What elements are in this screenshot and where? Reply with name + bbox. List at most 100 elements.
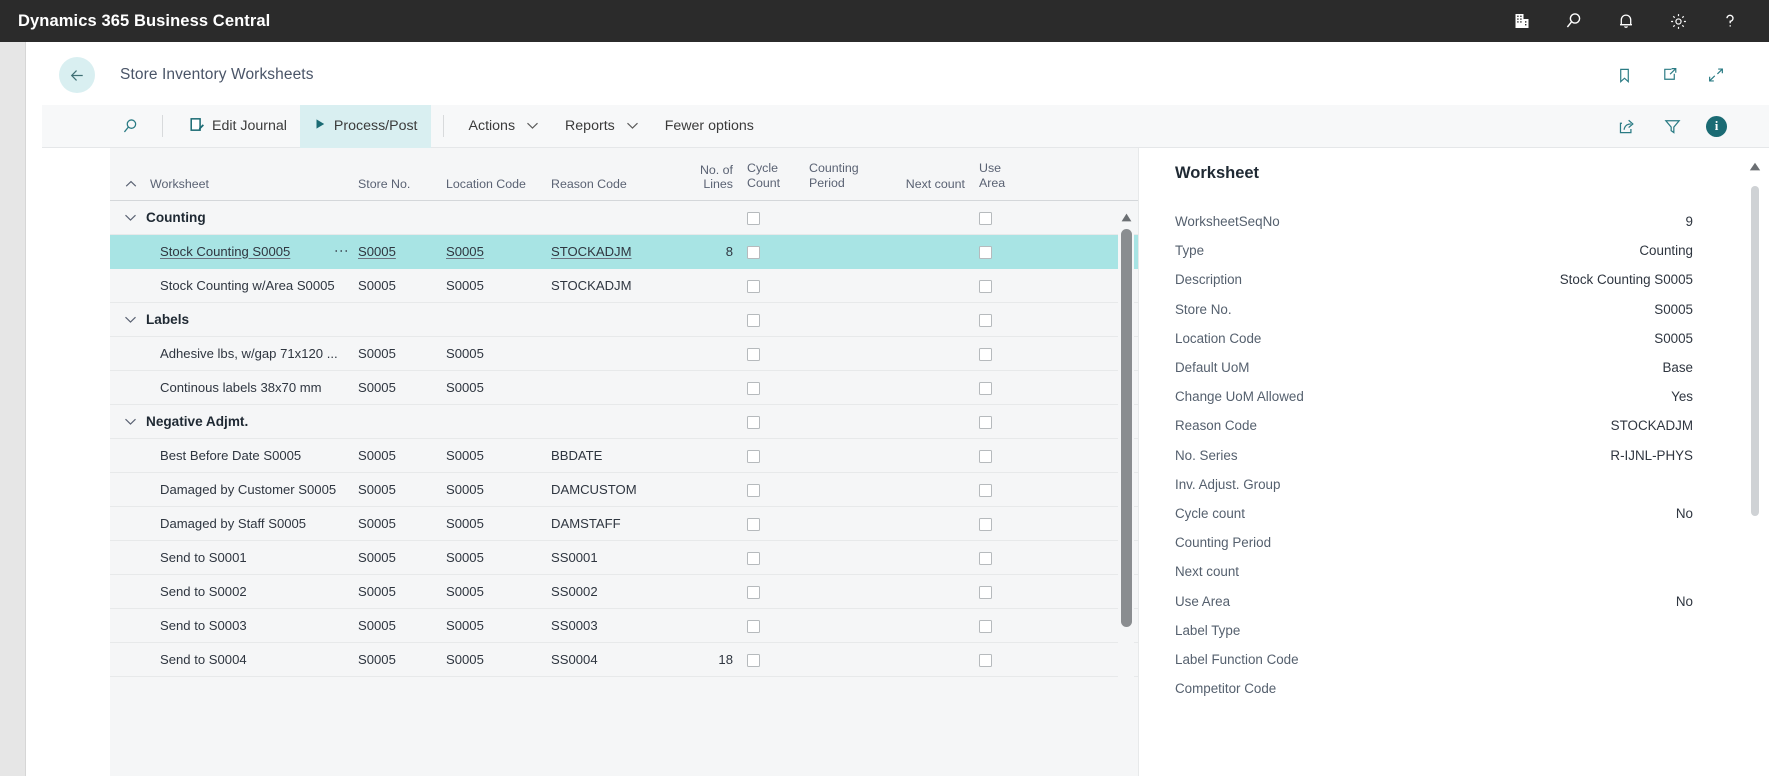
cell-no-of-lines[interactable] bbox=[669, 506, 747, 541]
use-area-checkbox[interactable] bbox=[979, 517, 992, 531]
table-row[interactable]: Damaged by Customer S0005 S0005 S0005 DAMCU… bbox=[110, 472, 1138, 507]
factbox-scrollbar[interactable] bbox=[1749, 158, 1761, 776]
column-header-worksheet[interactable]: Worksheet bbox=[110, 148, 358, 201]
worksheet-link[interactable]: Continous labels 38x70 mm bbox=[160, 380, 322, 395]
table-row[interactable]: Send to S0003 S0005 S0005 SS0003 bbox=[110, 608, 1138, 643]
cell-no-of-lines[interactable] bbox=[669, 472, 747, 507]
factbox-field-value[interactable]: Yes bbox=[1671, 389, 1693, 404]
cycle-count-checkbox[interactable] bbox=[747, 517, 760, 531]
cell-store-no[interactable]: S0005 bbox=[358, 574, 446, 609]
worksheet-link[interactable]: Send to S0001 bbox=[160, 550, 247, 565]
table-group-row[interactable]: Labels bbox=[110, 302, 1138, 337]
cell-counting-period[interactable] bbox=[809, 506, 889, 541]
cell-worksheet[interactable]: Send to S0002 bbox=[110, 574, 358, 609]
cell-reason-code[interactable]: DAMCUSTOM bbox=[551, 472, 669, 507]
worksheet-link[interactable]: Damaged by Staff S0005 bbox=[160, 516, 306, 531]
cycle-count-checkbox[interactable] bbox=[747, 415, 760, 429]
table-row[interactable]: Stock Counting S0005 ⋮ S0005 S0005 STOCKADJM… bbox=[110, 234, 1138, 269]
table-row[interactable]: Send to S0004 S0005 S0005 SS0004 18 bbox=[110, 642, 1138, 677]
cell-worksheet[interactable]: Send to S0004 bbox=[110, 642, 358, 677]
worksheet-link[interactable]: Stock Counting w/Area S0005 bbox=[160, 278, 335, 293]
cell-location-code[interactable]: S0005 bbox=[446, 506, 551, 541]
cell-next-count[interactable] bbox=[889, 268, 979, 303]
table-row[interactable]: Send to S0002 S0005 S0005 SS0002 bbox=[110, 574, 1138, 609]
cell-location-code[interactable]: S0005 bbox=[446, 472, 551, 507]
table-row[interactable]: Damaged by Staff S0005 S0005 S0005 DAMSTAFF bbox=[110, 506, 1138, 541]
cell-worksheet[interactable]: Adhesive lbs, w/gap 71x120 ... bbox=[110, 336, 358, 371]
bookmark-icon[interactable] bbox=[1613, 64, 1635, 86]
cell-reason-code[interactable]: SS0001 bbox=[551, 540, 669, 575]
cell-store-no[interactable]: S0005 bbox=[358, 234, 446, 269]
cell-counting-period[interactable] bbox=[809, 438, 889, 473]
search-icon[interactable] bbox=[1563, 10, 1585, 32]
worksheet-link[interactable]: Damaged by Customer S0005 bbox=[160, 482, 336, 497]
scroll-up-arrow-icon[interactable] bbox=[1749, 158, 1761, 176]
cell-reason-code[interactable]: SS0003 bbox=[551, 608, 669, 643]
cell-no-of-lines[interactable] bbox=[669, 370, 747, 405]
settings-gear-icon[interactable] bbox=[1667, 10, 1689, 32]
column-header-use-area[interactable]: Use Area bbox=[979, 148, 1138, 201]
cell-no-of-lines[interactable] bbox=[669, 336, 747, 371]
cell-location-code[interactable]: S0005 bbox=[446, 574, 551, 609]
factbox-field-value[interactable]: STOCKADJM bbox=[1611, 418, 1693, 433]
table-row[interactable]: Best Before Date S0005 S0005 S0005 BBDATE bbox=[110, 438, 1138, 473]
cell-location-code[interactable]: S0005 bbox=[446, 540, 551, 575]
cell-reason-code[interactable]: DAMSTAFF bbox=[551, 506, 669, 541]
cell-reason-code[interactable]: BBDATE bbox=[551, 438, 669, 473]
cell-location-code[interactable]: S0005 bbox=[446, 642, 551, 677]
factbox-field-value[interactable]: Base bbox=[1662, 360, 1693, 375]
use-area-checkbox[interactable] bbox=[979, 585, 992, 599]
list-scrollbar[interactable] bbox=[1118, 203, 1134, 776]
cell-next-count[interactable] bbox=[889, 574, 979, 609]
ribbon-item-edit-journal[interactable]: Edit Journal bbox=[175, 105, 300, 148]
use-area-checkbox[interactable] bbox=[979, 483, 992, 497]
chevron-down-icon[interactable] bbox=[124, 210, 146, 225]
column-header-location-code[interactable]: Location Code bbox=[446, 148, 551, 201]
cell-worksheet[interactable]: Send to S0003 bbox=[110, 608, 358, 643]
cycle-count-checkbox[interactable] bbox=[747, 483, 760, 497]
cell-location-code[interactable]: S0005 bbox=[446, 234, 551, 269]
help-question-icon[interactable] bbox=[1719, 10, 1741, 32]
use-area-checkbox[interactable] bbox=[979, 551, 992, 565]
cell-worksheet[interactable]: Continous labels 38x70 mm bbox=[110, 370, 358, 405]
ribbon-item-process-post[interactable]: Process/Post bbox=[299, 104, 431, 148]
notification-bell-icon[interactable] bbox=[1615, 10, 1637, 32]
cell-location-code[interactable]: S0005 bbox=[446, 370, 551, 405]
table-group-row[interactable]: Counting bbox=[110, 200, 1138, 235]
use-area-checkbox[interactable] bbox=[979, 653, 992, 667]
scroll-up-arrow-icon[interactable] bbox=[1121, 209, 1132, 222]
cell-counting-period[interactable] bbox=[809, 540, 889, 575]
table-row[interactable]: Continous labels 38x70 mm S0005 S0005 bbox=[110, 370, 1138, 405]
cell-store-no[interactable]: S0005 bbox=[358, 472, 446, 507]
cycle-count-checkbox[interactable] bbox=[747, 619, 760, 633]
use-area-checkbox[interactable] bbox=[979, 619, 992, 633]
row-options-icon[interactable]: ⋮ bbox=[334, 244, 350, 258]
cell-reason-code[interactable] bbox=[551, 370, 669, 405]
cell-store-no[interactable]: S0005 bbox=[358, 540, 446, 575]
cell-store-no[interactable]: S0005 bbox=[358, 642, 446, 677]
cell-next-count[interactable] bbox=[889, 608, 979, 643]
cycle-count-checkbox[interactable] bbox=[747, 585, 760, 599]
collapse-icon[interactable] bbox=[1705, 64, 1727, 86]
share-icon[interactable] bbox=[1616, 115, 1638, 137]
cell-counting-period[interactable] bbox=[809, 268, 889, 303]
ribbon-item-actions[interactable]: Actions bbox=[456, 105, 553, 148]
cell-worksheet[interactable]: Send to S0001 bbox=[110, 540, 358, 575]
table-group-row[interactable]: Negative Adjmt. bbox=[110, 404, 1138, 439]
cycle-count-checkbox[interactable] bbox=[747, 381, 760, 395]
cell-counting-period[interactable] bbox=[809, 642, 889, 677]
cell-no-of-lines[interactable] bbox=[669, 574, 747, 609]
cycle-count-checkbox[interactable] bbox=[747, 245, 760, 259]
cell-worksheet[interactable]: Damaged by Customer S0005 bbox=[110, 472, 358, 507]
cycle-count-checkbox[interactable] bbox=[747, 211, 760, 225]
factbox-field-value[interactable]: No bbox=[1676, 506, 1693, 521]
cell-counting-period[interactable] bbox=[809, 336, 889, 371]
column-header-counting-period[interactable]: Counting Period bbox=[809, 148, 889, 201]
back-button[interactable] bbox=[59, 57, 95, 93]
factbox-field-value[interactable]: R-IJNL-PHYS bbox=[1610, 448, 1693, 463]
chevron-down-icon[interactable] bbox=[124, 312, 146, 327]
cell-no-of-lines[interactable] bbox=[669, 608, 747, 643]
cycle-count-checkbox[interactable] bbox=[747, 449, 760, 463]
group-label-cell[interactable]: Negative Adjmt. bbox=[110, 404, 358, 439]
use-area-checkbox[interactable] bbox=[979, 449, 992, 463]
